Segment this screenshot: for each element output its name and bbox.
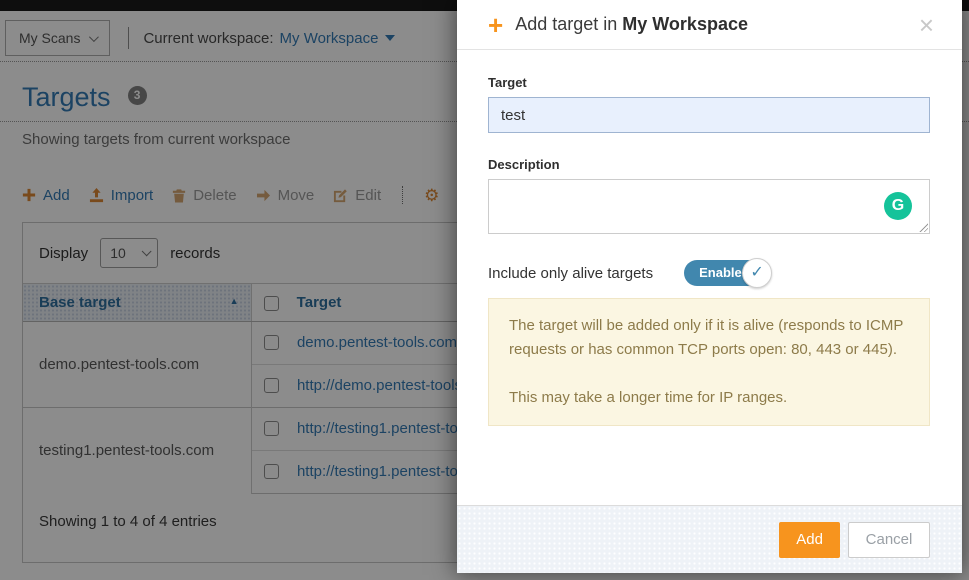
modal-title-prefix: Add target in — [515, 14, 617, 34]
alive-toggle[interactable]: Enabled ✓ — [684, 260, 774, 286]
cancel-button[interactable]: Cancel — [848, 522, 930, 558]
modal-title: Add target inMy Workspace — [515, 14, 748, 35]
warning-text: This may take a longer time for IP range… — [509, 386, 909, 410]
toggle-knob: ✓ — [742, 258, 772, 288]
add-submit-button[interactable]: Add — [779, 522, 840, 558]
plus-icon: + — [488, 12, 503, 38]
modal-header: + Add target inMy Workspace × — [457, 0, 962, 50]
modal-footer: Add Cancel — [457, 505, 962, 573]
target-input[interactable] — [488, 97, 930, 133]
description-textarea[interactable] — [488, 179, 930, 234]
description-field: G — [488, 179, 930, 234]
alive-targets-label: Include only alive targets — [488, 265, 653, 282]
grammarly-icon[interactable]: G — [884, 192, 912, 220]
modal-title-workspace: My Workspace — [622, 14, 748, 34]
description-label: Description — [488, 157, 930, 172]
modal-body: Target Description G Include only alive … — [457, 50, 962, 426]
warning-text: The target will be added only if it is a… — [509, 314, 909, 362]
alive-targets-row: Include only alive targets Enabled ✓ — [488, 260, 930, 286]
target-label: Target — [488, 75, 930, 90]
check-icon: ✓ — [750, 264, 763, 281]
add-target-modal: + Add target inMy Workspace × Target Des… — [457, 0, 962, 573]
alive-warning-box: The target will be added only if it is a… — [488, 298, 930, 426]
screen: My Scans Current workspace: My Workspace… — [0, 0, 969, 580]
close-icon[interactable]: × — [919, 14, 934, 36]
